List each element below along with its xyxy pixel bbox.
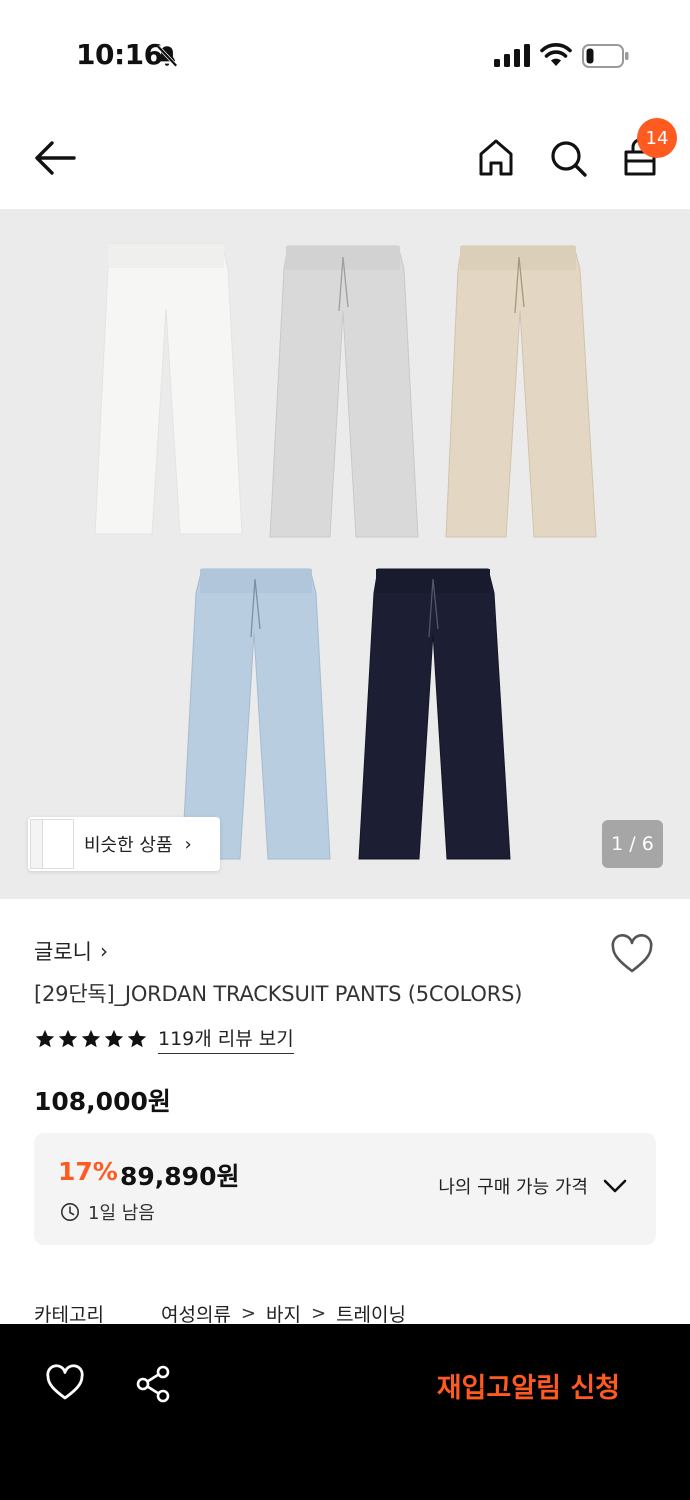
breadcrumb-item-pants[interactable]: 바지	[266, 1300, 301, 1327]
sale-price: 89,890원	[120, 1162, 240, 1191]
similar-products-label: 비슷한 상품	[84, 835, 173, 856]
breadcrumb-item-training[interactable]: 트레이닝	[336, 1300, 406, 1327]
pants-white	[94, 243, 243, 535]
review-link[interactable]: 119개 리뷰 보기	[158, 1024, 294, 1054]
pants-navy	[358, 568, 511, 860]
heart-icon[interactable]	[45, 1364, 85, 1402]
clock-icon	[61, 1203, 79, 1221]
category-label: 카테고리	[34, 1304, 104, 1326]
chevron-down-icon	[603, 1179, 627, 1193]
star-icon	[104, 1029, 124, 1048]
my-price-label: 나의 구매 가능 가격	[438, 1177, 588, 1198]
time-remaining-text: 1일 남음	[88, 1203, 155, 1224]
similar-products-button[interactable]: 비슷한 상품 ›	[28, 817, 220, 871]
wifi-icon	[540, 43, 572, 66]
product-image-gallery[interactable]	[0, 209, 690, 899]
category-breadcrumb: 카테고리 여성의류 > 바지 > 트레이닝	[34, 1300, 406, 1327]
original-price: 108,000원	[34, 1087, 171, 1116]
star-icon	[58, 1029, 78, 1048]
cart-count-badge: 14	[637, 118, 677, 158]
star-icon	[81, 1029, 101, 1048]
top-navigation-bar	[0, 110, 690, 210]
chevron-right-icon: ›	[99, 939, 108, 963]
bottom-action-bar: 재입고알림 신청	[0, 1324, 690, 1500]
chevron-right-icon: ›	[184, 833, 192, 855]
status-time: 10:16	[76, 38, 163, 71]
star-icon	[35, 1029, 55, 1048]
brand-link[interactable]: 글로니 ›	[34, 936, 108, 966]
pants-grey	[269, 245, 419, 538]
share-icon[interactable]	[133, 1364, 173, 1404]
chevron-right-icon: >	[310, 1303, 327, 1324]
image-page-indicator: 1 / 6	[602, 820, 663, 868]
search-icon[interactable]	[546, 134, 590, 182]
pants-light-blue	[181, 568, 331, 860]
my-price-dropdown[interactable]: 나의 구매 가능 가격	[438, 1173, 628, 1199]
restock-alert-button[interactable]: 재입고알림 신청	[437, 1366, 620, 1405]
product-title: [29단독]_JORDAN TRACKSUIT PANTS (5COLORS)	[34, 982, 523, 1006]
battery-icon	[582, 44, 629, 68]
bell-off-icon	[156, 45, 178, 67]
discount-price-box: 17% 89,890원 1일 남음 나의 구매 가능 가격	[34, 1133, 656, 1245]
product-image	[94, 243, 597, 860]
back-arrow-icon[interactable]	[30, 138, 80, 178]
time-remaining: 1일 남음	[60, 1199, 155, 1225]
pants-beige	[445, 245, 597, 538]
star-icon	[127, 1029, 147, 1048]
similar-products-thumbnail	[28, 817, 90, 871]
chevron-right-icon: >	[240, 1303, 257, 1324]
heart-icon[interactable]	[610, 934, 654, 974]
breadcrumb-item-women-clothing[interactable]: 여성의류	[161, 1300, 231, 1327]
rating-row: 119개 리뷰 보기	[34, 1024, 294, 1054]
home-icon[interactable]	[474, 134, 518, 182]
discount-percent: 17%	[58, 1157, 118, 1186]
status-bar: 10:16	[0, 0, 690, 110]
brand-name: 글로니	[34, 940, 92, 964]
star-rating	[34, 1028, 148, 1050]
cellular-signal-icon	[494, 44, 530, 67]
